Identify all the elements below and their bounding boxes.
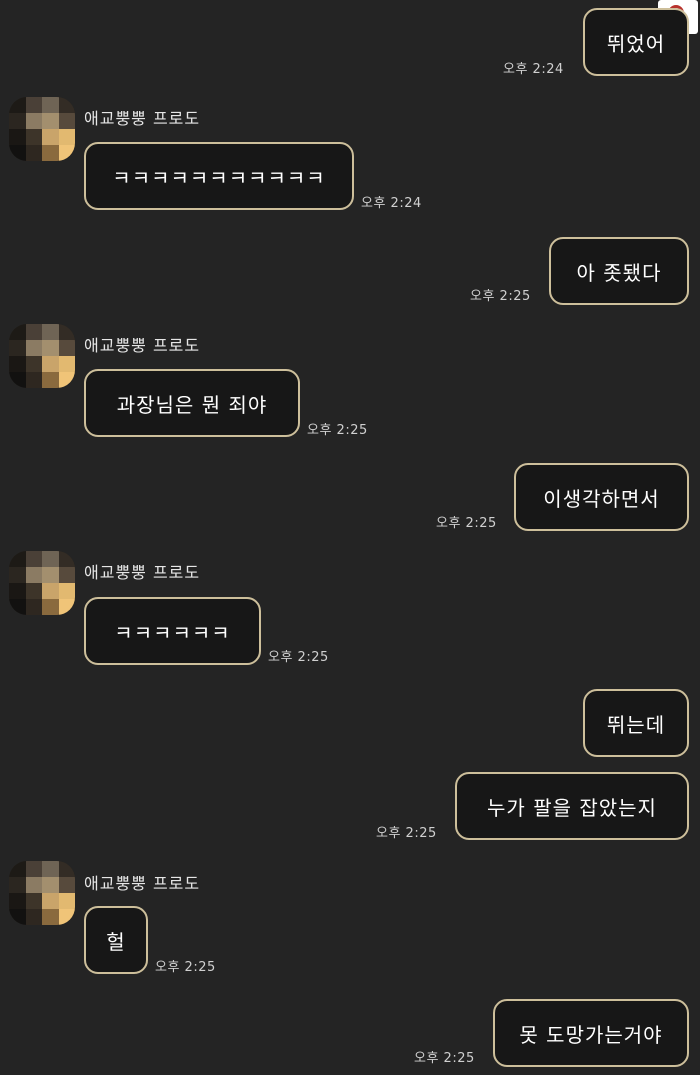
incoming-message[interactable]: 과장님은 뭔 죄야 [84, 369, 300, 437]
message-text: ㅋㅋㅋㅋㅋㅋㅋㅋㅋㅋㅋ [112, 165, 326, 190]
message-time: 오후 2:25 [268, 650, 329, 665]
sender-name: 애교뿡뿡 프로도 [84, 336, 201, 355]
message-text: 뛰었어 [606, 31, 666, 56]
message-text: 아 좃됐다 [576, 260, 662, 285]
incoming-message[interactable]: ㅋㅋㅋㅋㅋㅋ [84, 597, 261, 665]
message-time: 오후 2:25 [376, 826, 437, 841]
message-time: 오후 2:24 [361, 196, 422, 211]
avatar[interactable] [9, 861, 75, 925]
message-text: ㅋㅋㅋㅋㅋㅋ [114, 620, 231, 645]
sender-name: 애교뿡뿡 프로도 [84, 109, 201, 128]
outgoing-message[interactable]: 못 도망가는거야 [493, 999, 689, 1067]
message-text: 뛰는데 [606, 712, 666, 737]
message-time: 오후 2:25 [470, 289, 531, 304]
outgoing-message[interactable]: 뛰었어 [583, 8, 689, 76]
message-text: 헐 [106, 929, 126, 954]
sender-name: 애교뿡뿡 프로도 [84, 563, 201, 582]
avatar[interactable] [9, 324, 75, 388]
outgoing-message[interactable]: 이생각하면서 [514, 463, 689, 531]
message-text: 이생각하면서 [543, 486, 660, 511]
incoming-message[interactable]: ㅋㅋㅋㅋㅋㅋㅋㅋㅋㅋㅋ [84, 142, 354, 210]
avatar[interactable] [9, 551, 75, 615]
outgoing-message[interactable]: 뛰는데 [583, 689, 689, 757]
avatar[interactable] [9, 97, 75, 161]
message-time: 오후 2:25 [155, 960, 216, 975]
message-time: 오후 2:24 [503, 62, 564, 77]
message-text: 못 도망가는거야 [519, 1022, 663, 1047]
message-text: 과장님은 뭔 죄야 [116, 392, 268, 417]
message-time: 오후 2:25 [436, 516, 497, 531]
message-text: 누가 팔을 잡았는지 [487, 795, 657, 820]
outgoing-message[interactable]: 아 좃됐다 [549, 237, 689, 305]
chat-log: 뛰었어 오후 2:24 애교뿡뿡 프로도 ㅋㅋㅋㅋㅋㅋㅋㅋㅋㅋㅋ 오후 2:24… [0, 0, 700, 1075]
message-time: 오후 2:25 [414, 1051, 475, 1066]
incoming-message[interactable]: 헐 [84, 906, 148, 974]
outgoing-message[interactable]: 누가 팔을 잡았는지 [455, 772, 689, 840]
message-time: 오후 2:25 [307, 423, 368, 438]
sender-name: 애교뿡뿡 프로도 [84, 874, 201, 893]
